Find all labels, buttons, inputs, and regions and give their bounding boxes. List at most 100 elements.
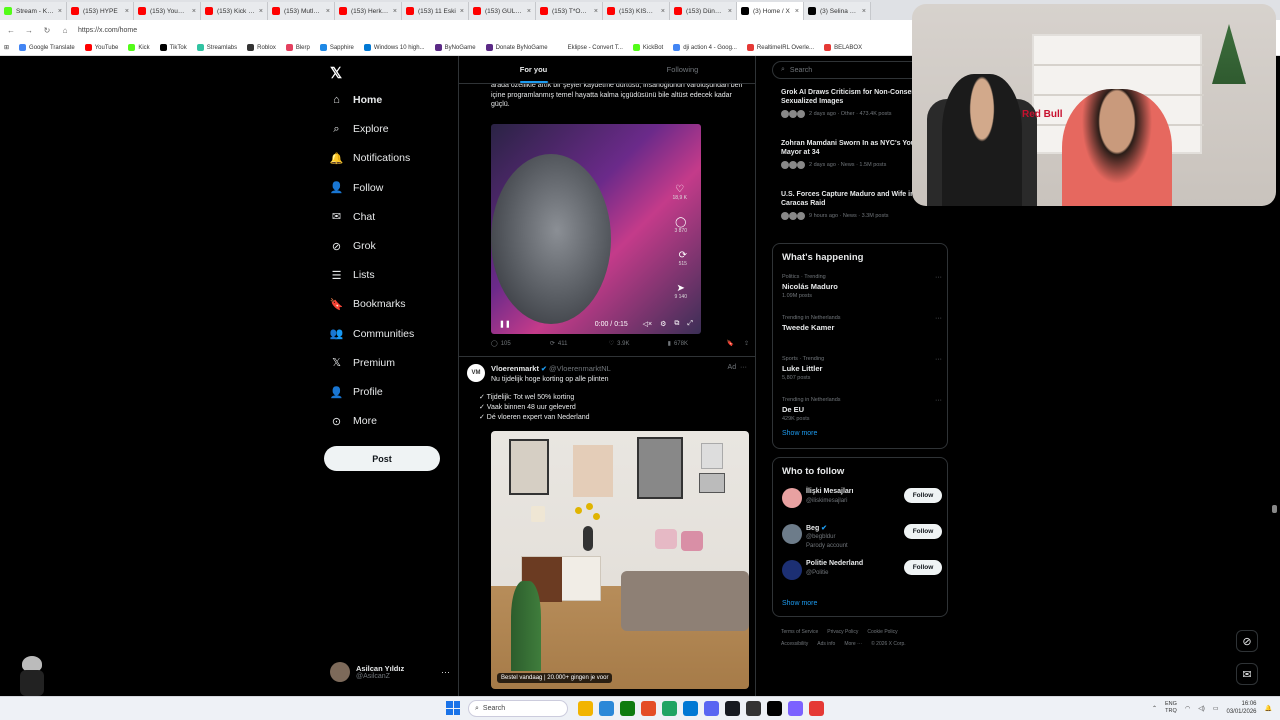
wifi-icon[interactable]: ◠ [1185,705,1190,712]
browser-tab[interactable]: (153) YouTube × [134,2,201,20]
taskbar-app-icon[interactable] [599,701,614,716]
close-icon[interactable]: × [259,8,263,15]
account-switcher[interactable]: Asilcan Yıldız @AsilcanZ ··· [330,661,450,683]
follow-button[interactable]: Follow [904,524,942,539]
video-like-icon[interactable]: ♡ 18,9 K [673,184,687,201]
nav-item-lists[interactable]: ☰ Lists [330,264,375,286]
footer-link[interactable]: Accessibility [781,641,808,647]
more-dots-icon[interactable]: ··· [740,364,747,371]
tab-following[interactable]: Following [608,56,755,83]
browser-tab[interactable]: (3) Home / X × [737,2,804,20]
video-comment-icon[interactable]: ◯ 3 870 [674,217,687,234]
close-icon[interactable]: × [661,8,665,15]
trend-item[interactable]: Sports · Trending Luke Littler 5,807 posts… [782,356,942,381]
bookmark-item[interactable]: Eklipse - Convert T... [557,44,623,51]
bookmark-item[interactable]: Windows 10 high... [363,44,425,51]
follow-button[interactable]: Follow [904,560,942,575]
video-share-icon[interactable]: ➤ 9 140 [674,283,687,300]
taskbar-app-icon[interactable] [620,701,635,716]
suggestion-name[interactable]: Beg ✔ [806,524,827,532]
browser-tab[interactable]: (3) Selina Sayin × [804,2,871,20]
volume-icon[interactable]: ◁) [1198,705,1205,712]
ad-image[interactable]: Bestel vandaag | 20.000+ gingen je voor [491,431,749,689]
bookmark-item[interactable]: TikTok [159,44,187,51]
bookmark-icon[interactable]: 🔖 [727,340,734,347]
bookmark-item[interactable]: ByNoGame [434,44,476,51]
taskbar-app-icon[interactable] [641,701,656,716]
show-more-link[interactable]: Show more [782,430,817,437]
forward-icon[interactable]: → [24,26,34,35]
tray-chevron-icon[interactable]: ⌃ [1152,705,1157,712]
close-icon[interactable]: × [527,8,531,15]
nav-item-bookmarks[interactable]: 🔖 Bookmarks [330,293,406,315]
show-more-link[interactable]: Show more [782,600,817,607]
video-repost-icon[interactable]: ⟳ 515 [679,250,687,267]
fullscreen-icon[interactable]: ⤢ [687,320,693,328]
nav-item-premium[interactable]: 𝕏 Premium [330,352,395,374]
back-icon[interactable]: ← [6,26,16,35]
avatar[interactable] [782,560,802,580]
pause-icon[interactable]: ❚❚ [499,320,511,328]
more-dots-icon[interactable]: ··· [441,667,450,677]
taskbar-app-icon[interactable] [767,701,782,716]
nav-item-explore[interactable]: ⌕ Explore [330,118,388,140]
messages-float-icon[interactable]: ✉ [1236,663,1258,685]
trend-item[interactable]: Trending in Netherlands Tweede Kamer ··· [782,315,942,334]
pip-icon[interactable]: ⧉ [674,320,679,328]
trend-item[interactable]: Politics · Trending Nicolás Maduro 1.09M p… [782,274,942,299]
follow-button[interactable]: Follow [904,488,942,503]
browser-tab[interactable]: Stream - Kick × [0,2,67,20]
taskbar-app-icon[interactable] [662,701,677,716]
close-icon[interactable]: × [58,8,62,15]
home-page-icon[interactable]: ⌂ [60,26,70,35]
nav-item-profile[interactable]: 👤 Profile [330,381,383,403]
nav-item-follow[interactable]: 👤 Follow [330,177,384,199]
scrollbar[interactable] [1272,505,1277,513]
close-icon[interactable]: × [795,8,799,15]
notifications-icon[interactable]: 🔔 [1265,705,1272,712]
nav-item-more[interactable]: ⊙ More [330,410,377,432]
browser-tab[interactable]: (153) HYPE × [67,2,134,20]
close-icon[interactable]: × [125,8,129,15]
bookmark-item[interactable]: Roblox [247,44,276,51]
browser-tab[interactable]: (153) Mutlu Yı × [268,2,335,20]
close-icon[interactable]: × [192,8,196,15]
browser-tab[interactable]: (153) T*OZ İÇ × [536,2,603,20]
url-field[interactable]: https://x.com/home [78,27,137,34]
bookmark-item[interactable]: Google Translate [19,44,75,51]
nav-item-communities[interactable]: 👥 Communities [330,323,415,345]
bookmark-item[interactable]: Donate ByNoGame [485,44,548,51]
settings-icon[interactable]: ⚙ [660,320,666,328]
footer-link[interactable]: Ads info [817,641,835,647]
language-indicator[interactable]: ENG TRQ [1165,701,1177,715]
close-icon[interactable]: × [393,8,397,15]
close-icon[interactable]: × [728,8,732,15]
bookmark-item[interactable]: Kick [128,44,150,51]
grok-float-icon[interactable]: ⊘ [1236,630,1258,652]
more-dots-icon[interactable]: ··· [935,274,942,281]
more-dots-icon[interactable]: ··· [935,315,942,322]
taskbar-app-icon[interactable] [809,701,824,716]
bookmark-item[interactable]: Streamlabs [196,44,237,51]
close-icon[interactable]: × [460,8,464,15]
nav-item-grok[interactable]: ⊘ Grok [330,235,376,257]
taskbar-app-icon[interactable] [578,701,593,716]
taskbar-app-icon[interactable] [746,701,761,716]
bookmark-item[interactable]: YouTube [84,44,118,51]
apps-icon[interactable]: ⊞ [4,44,9,51]
clock[interactable]: 16:06 03/01/2026 [1226,700,1256,716]
x-logo-icon[interactable]: 𝕏 [330,64,342,82]
browser-tab[interactable]: (153) GÜLERS × [469,2,536,20]
reload-icon[interactable]: ↻ [42,26,52,35]
taskbar-app-icon[interactable] [683,701,698,716]
windows-start-icon[interactable] [446,701,460,715]
suggestion-name[interactable]: Politie Nederland [806,560,863,567]
trend-item[interactable]: Trending in Netherlands De EU 429K posts ··… [782,397,942,422]
more-dots-icon[interactable]: ··· [935,356,942,363]
nav-item-home[interactable]: ⌂ Home [330,89,382,111]
taskbar-app-icon[interactable] [788,701,803,716]
like-button[interactable]: ♡ 3.9K [609,340,660,348]
bookmark-item[interactable]: Sapphire [319,44,354,51]
battery-icon[interactable]: ▭ [1213,705,1219,712]
share-icon[interactable]: ⇪ [744,340,749,347]
